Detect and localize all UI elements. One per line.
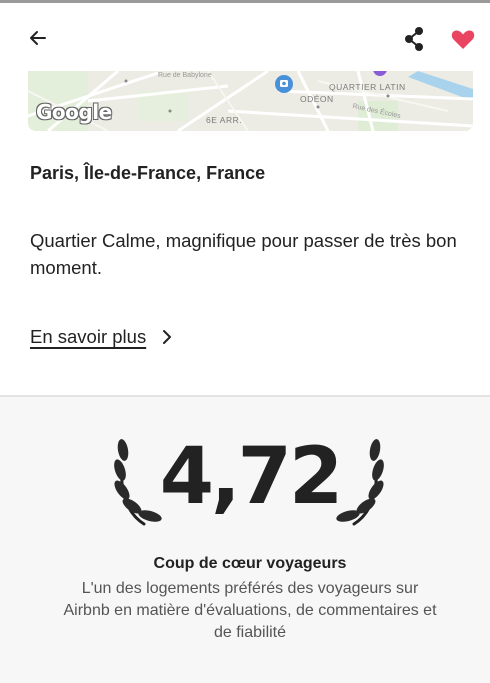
heart-icon bbox=[451, 30, 475, 49]
learn-more-label: En savoir plus bbox=[30, 326, 147, 347]
learn-more-link[interactable]: En savoir plus bbox=[30, 326, 173, 348]
rating-value: 4,72 bbox=[159, 432, 343, 522]
favorite-button[interactable] bbox=[449, 25, 477, 53]
arrow-left-icon bbox=[30, 31, 46, 45]
back-button[interactable] bbox=[26, 25, 52, 51]
map-district-label: QUARTIER LATIN bbox=[329, 82, 406, 92]
listing-location: Paris, Île-de-France, France bbox=[30, 163, 266, 183]
top-bar bbox=[0, 3, 490, 71]
location-map[interactable]: Rue de Babylone QUARTIER LATIN ODÉON 6E … bbox=[28, 71, 473, 131]
chevron-right-icon bbox=[163, 329, 172, 344]
share-button[interactable] bbox=[400, 25, 428, 53]
guest-favorite-title: Coup de cœur voyageurs bbox=[153, 555, 347, 572]
map-district-label: ODÉON bbox=[300, 94, 334, 104]
guest-favorite-description: L'un des logements préférés des voyageur… bbox=[63, 580, 437, 641]
listing-description: Quartier Calme, magnifique pour passer d… bbox=[30, 230, 457, 278]
map-street-label: Rue de Babylone bbox=[158, 72, 212, 79]
map-district-label: 6E ARR. bbox=[206, 115, 243, 125]
share-icon bbox=[405, 27, 423, 51]
google-logo: Google bbox=[36, 100, 112, 124]
